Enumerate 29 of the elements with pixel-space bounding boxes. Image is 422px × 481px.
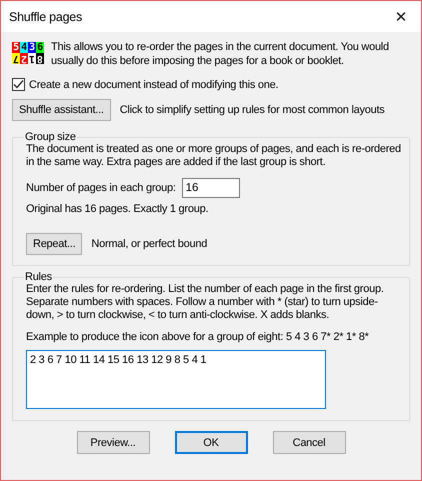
page-number-tile: 3 (28, 42, 36, 53)
close-button[interactable]: ✕ (381, 2, 421, 32)
page-number-tile: 2 (20, 53, 28, 64)
checkbox-label: Create a new document instead of modifying this one. (29, 78, 278, 90)
group-title: Rules (24, 271, 53, 283)
group-description: The document is treated as one or more groups of pages, and each is re-ordered in the same way. Extra pages are added if the last group is short. (26, 143, 402, 169)
page-number-tile: 5 (12, 42, 20, 53)
assistant-hint: Click to simplify setting up rules for most common layouts (120, 104, 385, 116)
group-title: Group size (24, 131, 77, 143)
checkbox[interactable] (12, 78, 25, 91)
intro-text: This allows you to re-order the pages in the current document. You would usually do this before imposing the pages for a book or booklet. (51, 40, 390, 68)
page-number-tile: 6 (36, 42, 44, 53)
window-title: Shuffle pages (9, 10, 82, 24)
dialog-button[interactable]: Cancel (272, 431, 346, 454)
page-number-tile: 4 (20, 42, 28, 53)
dialog-button[interactable]: Preview... (76, 431, 150, 454)
dialog-button[interactable]: OK (174, 431, 248, 454)
example-text: Example to produce the icon above for a group of eight: 5 4 3 6 7* 2* 1* 8* (26, 331, 370, 344)
page-number-tile: 1 (28, 53, 36, 64)
shuffle-assistant-button[interactable]: Shuffle assistant... (12, 99, 111, 121)
page-number-tile: 7 (12, 53, 20, 64)
rules-description: Enter the rules for re-ordering. List the number of each page in the first group. Separate numbers with spaces. Follow a number with * (star) to turn upside-down, > to turn clockwise, < to turn anti-clockwise. X adds blanks. (26, 283, 385, 322)
group-info: Original has 16 pages. Exactly 1 group. (26, 203, 210, 216)
page-number-tile: 8 (36, 53, 44, 64)
pages-per-group-field[interactable]: 16 (182, 178, 240, 198)
rules-input-field[interactable]: 2 3 6 7 10 11 14 15 16 13 12 9 8 5 4 1 (26, 350, 326, 409)
repeat-button[interactable]: Repeat... (26, 233, 82, 255)
repeat-mode-text: Normal, or perfect bound (91, 238, 208, 250)
field-label: Number of pages in each group: (26, 182, 176, 194)
